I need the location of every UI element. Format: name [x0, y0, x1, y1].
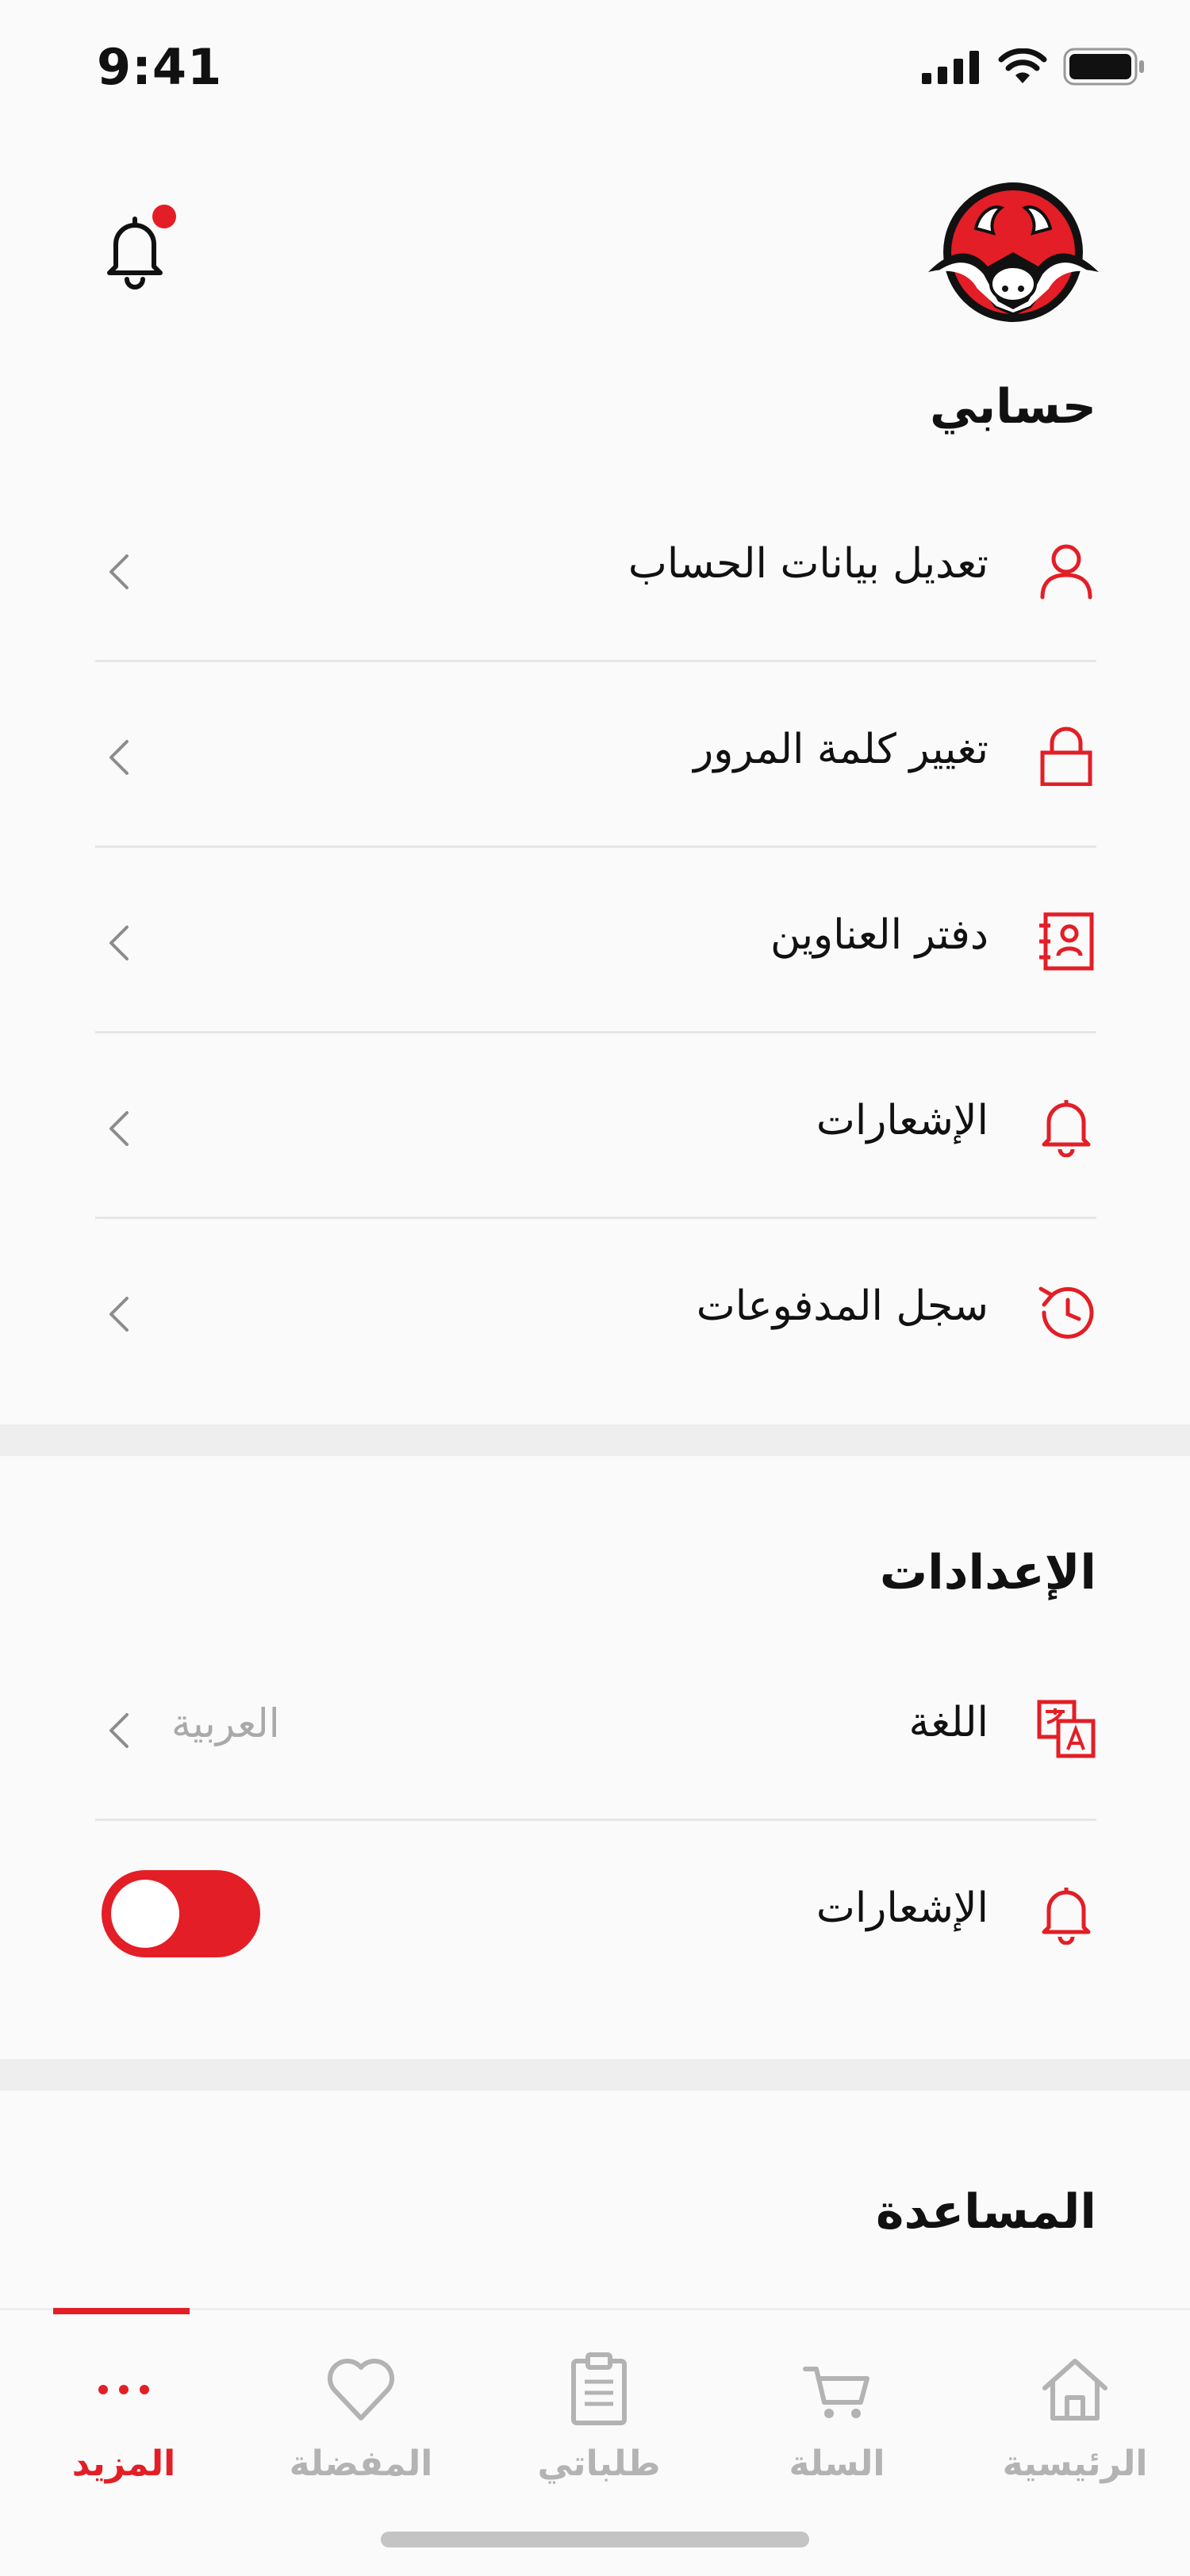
account-row-label: تغيير كلمة المرور	[693, 726, 988, 773]
user-icon	[1040, 544, 1092, 600]
account-row-edit-profile[interactable]: تعديل بيانات الحساب	[95, 477, 1096, 662]
bell-icon	[1042, 1100, 1091, 1157]
account-row-label: الإشعارات	[816, 1097, 988, 1144]
tab-label: الرئيسية	[1002, 2444, 1148, 2484]
tab-more[interactable]: المزيد	[21, 2308, 227, 2517]
language-value: العربية	[171, 1700, 280, 1746]
tab-label: المفضلة	[289, 2444, 433, 2484]
wifi-icon	[998, 48, 1047, 83]
tab-home[interactable]: الرئيسية	[972, 2310, 1178, 2517]
orders-icon	[571, 2352, 627, 2425]
chevron-left-icon	[109, 926, 129, 960]
battery-icon	[1063, 48, 1144, 86]
notification-dot	[152, 205, 176, 228]
account-row-label: دفتر العناوين	[770, 911, 988, 959]
tab-cart[interactable]: السلة	[734, 2310, 940, 2517]
account-row-address-book[interactable]: دفتر العناوين	[95, 848, 1096, 1033]
chevron-left-icon	[109, 1297, 129, 1332]
notifications-toggle[interactable]	[102, 1870, 260, 1957]
account-row-payment-history[interactable]: سجل المدفوعات	[95, 1219, 1096, 1405]
history-icon	[1038, 1286, 1094, 1339]
account-row-label: سجل المدفوعات	[696, 1282, 988, 1330]
lock-icon	[1040, 726, 1092, 786]
account-row-notifications[interactable]: الإشعارات	[95, 1033, 1096, 1219]
tab-label: طلباتي	[537, 2444, 661, 2484]
home-icon	[1042, 2359, 1107, 2421]
home-indicator	[381, 2532, 809, 2547]
address-book-icon	[1039, 912, 1094, 971]
help-section-title: المساعدة	[876, 2184, 1096, 2240]
tab-orders[interactable]: طلباتي	[496, 2310, 702, 2517]
more-icon	[98, 2385, 149, 2394]
tab-label: المزيد	[71, 2444, 176, 2484]
tab-favorites[interactable]: المفضلة	[258, 2310, 464, 2517]
account-section-title: حسابي	[929, 379, 1096, 435]
status-icons	[922, 48, 1146, 86]
chevron-left-icon	[109, 1111, 129, 1146]
toggle-knob	[111, 1880, 179, 1948]
bell-icon	[1042, 1888, 1091, 1945]
signal-icon	[922, 51, 979, 84]
section-divider	[0, 2059, 1190, 2091]
section-divider	[0, 1424, 1190, 1456]
chevron-left-icon	[109, 1713, 129, 1748]
status-bar: 9:41	[0, 0, 1190, 135]
brand-logo	[928, 182, 1099, 322]
notifications-button[interactable]	[103, 205, 182, 292]
settings-row-language[interactable]: اللغة العربية	[95, 1635, 1096, 1821]
cart-icon	[803, 2367, 869, 2418]
account-section: حسابي تعديل بيانات الحساب تغيير كلمة الم…	[0, 349, 1190, 1420]
account-row-change-password[interactable]: تغيير كلمة المرور	[95, 662, 1096, 848]
account-row-label: تعديل بيانات الحساب	[628, 540, 988, 588]
settings-section: الإعدادات اللغة العربية الإشعارات	[0, 1456, 1190, 2054]
language-label: اللغة	[908, 1699, 988, 1746]
settings-section-title: الإعدادات	[879, 1545, 1096, 1600]
chevron-left-icon	[109, 554, 129, 589]
top-bar	[0, 159, 1190, 322]
tab-label: السلة	[789, 2444, 885, 2484]
status-time: 9:41	[97, 38, 223, 96]
heart-icon	[327, 2358, 395, 2421]
settings-row-notifications: الإشعارات	[95, 1821, 1096, 2007]
chevron-left-icon	[109, 740, 129, 775]
help-section: المساعدة	[0, 2091, 1190, 2308]
translate-icon	[1037, 1700, 1096, 1758]
active-tab-indicator	[53, 2308, 190, 2314]
notifications-setting-label: الإشعارات	[816, 1884, 988, 1932]
